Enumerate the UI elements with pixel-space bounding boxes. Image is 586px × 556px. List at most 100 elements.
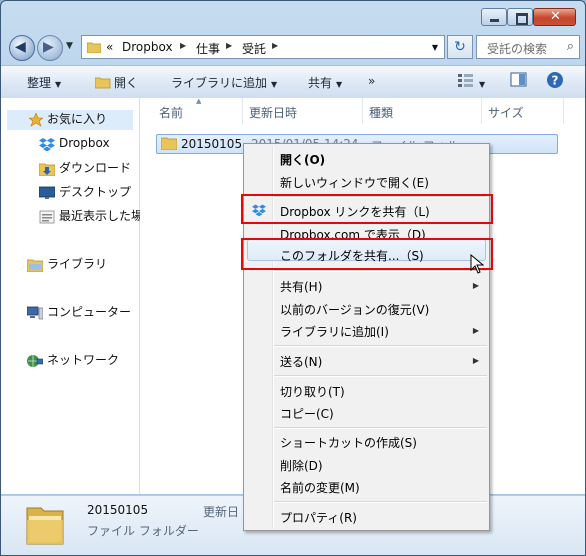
chevron-down-icon: ▼ [479, 80, 486, 89]
column-header-type[interactable]: 種類 [369, 104, 393, 121]
refresh-button[interactable]: ↻ [447, 35, 473, 59]
add-to-library-menu[interactable]: ライブラリに追加 ▼ [171, 74, 277, 91]
command-bar: 整理 ▼ 開く ライブラリに追加 ▼ 共有 ▼ » ▼ ? [1, 65, 585, 99]
menu-separator [274, 375, 487, 377]
breadcrumb-overflow[interactable]: « [106, 40, 113, 54]
file-name: 20150105 [181, 137, 243, 151]
desktop-icon [38, 186, 56, 200]
column-divider[interactable] [563, 98, 564, 124]
menu-separator [274, 427, 487, 429]
column-header-modified[interactable]: 更新日時 [249, 104, 297, 121]
menu-separator [274, 270, 487, 272]
preview-pane-icon [510, 72, 527, 87]
breadcrumb-current[interactable]: 受託 [242, 40, 266, 57]
chevron-down-icon: ▼ [55, 80, 62, 89]
chevron-down-icon: ▼ [271, 80, 278, 89]
open-button[interactable]: 開く [94, 74, 138, 91]
back-arrow-icon: ◀ [15, 39, 26, 55]
folder-icon [94, 77, 111, 89]
address-bar[interactable]: « Dropbox ▶ 仕事 ▶ 受託 ▶ ▼ [81, 35, 445, 59]
menu-item-send-to[interactable]: 送る(N) [280, 353, 322, 370]
minimize-button[interactable] [481, 8, 507, 26]
menu-item-open[interactable]: 開く(O) [280, 151, 325, 168]
recent-pages-dropdown[interactable]: ▼ [66, 41, 73, 51]
network-icon [27, 354, 44, 368]
folder-icon [87, 42, 101, 53]
downloads-folder-icon [38, 162, 56, 176]
nav-dropbox[interactable]: Dropbox [39, 136, 110, 156]
menu-item-share-with[interactable]: 共有(H) [280, 278, 322, 295]
search-input[interactable]: 受託の検索 ⌕ [476, 35, 580, 59]
preview-pane-button[interactable] [510, 72, 528, 91]
nav-downloads[interactable]: ダウンロード [38, 159, 131, 179]
explorer-window: ✕ ◀ ▶ ▼ « Dropbox ▶ 仕事 ▶ 受託 ▶ ▼ ↻ 受託の検索 … [0, 0, 586, 556]
nav-recent-places[interactable]: 最近表示した場 [39, 207, 143, 227]
column-header-name[interactable]: 名前 [159, 104, 183, 121]
details-file-name: 20150105 [87, 503, 149, 517]
menu-item-include-in-library[interactable]: ライブラリに追加(I) [280, 323, 389, 340]
menu-item-restore-previous[interactable]: 以前のバージョンの復元(V) [280, 301, 429, 318]
annotation-highlight-box [241, 194, 493, 224]
menu-item-delete[interactable]: 削除(D) [280, 457, 323, 474]
breadcrumb-separator[interactable]: ▶ [180, 41, 186, 50]
breadcrumb-separator[interactable]: ▶ [226, 41, 232, 50]
close-icon: ✕ [550, 9, 561, 24]
large-folder-icon [26, 507, 64, 545]
chevron-down-icon[interactable]: ▼ [432, 43, 438, 52]
nav-desktop[interactable]: デスクトップ [38, 183, 131, 203]
breadcrumb-work[interactable]: 仕事 [196, 40, 220, 57]
computer-icon [26, 306, 44, 320]
close-button[interactable]: ✕ [533, 8, 576, 26]
details-file-type: ファイル フォルダー [87, 524, 199, 538]
forward-arrow-icon: ▶ [43, 39, 54, 55]
column-header-size[interactable]: サイズ [488, 104, 524, 121]
column-divider[interactable] [242, 98, 243, 124]
menu-item-create-shortcut[interactable]: ショートカットの作成(S) [280, 434, 417, 451]
search-placeholder: 受託の検索 [487, 42, 548, 56]
menu-item-rename[interactable]: 名前の変更(M) [280, 479, 360, 496]
submenu-arrow-icon: ▶ [472, 356, 479, 365]
column-divider[interactable] [481, 98, 482, 124]
back-button[interactable]: ◀ [9, 35, 35, 61]
breadcrumb-dropbox[interactable]: Dropbox [122, 40, 173, 54]
menu-item-properties[interactable]: プロパティ(R) [280, 509, 357, 526]
svg-text:?: ? [552, 74, 559, 88]
nav-libraries[interactable]: ライブラリ [26, 255, 107, 275]
submenu-arrow-icon: ▶ [472, 281, 479, 290]
submenu-arrow-icon: ▶ [472, 326, 479, 335]
chevron-down-icon: ▼ [336, 80, 343, 89]
nav-network[interactable]: ネットワーク [27, 351, 119, 371]
minimize-icon [490, 19, 499, 22]
menu-item-cut[interactable]: 切り取り(T) [280, 383, 345, 400]
star-icon [28, 111, 44, 127]
nav-favorites[interactable]: お気に入り [7, 110, 133, 130]
maximize-icon [516, 13, 528, 25]
mouse-cursor-icon [470, 254, 484, 274]
help-icon: ? [547, 72, 563, 88]
nav-computer[interactable]: コンピューター [26, 303, 131, 323]
breadcrumb-separator[interactable]: ▶ [272, 41, 278, 50]
menu-separator [274, 345, 487, 347]
view-options-button[interactable]: ▼ [457, 73, 485, 90]
refresh-icon: ↻ [454, 39, 466, 55]
view-options-icon [458, 74, 473, 87]
folder-icon [160, 136, 178, 153]
organize-menu[interactable]: 整理 ▼ [27, 74, 61, 91]
search-icon: ⌕ [566, 39, 574, 54]
forward-button[interactable]: ▶ [37, 35, 63, 61]
recent-places-icon [39, 210, 55, 224]
column-divider[interactable] [362, 98, 363, 124]
libraries-icon [26, 258, 44, 272]
share-menu[interactable]: 共有 ▼ [308, 74, 342, 91]
help-button[interactable]: ? [546, 71, 564, 92]
annotation-highlight-box [241, 238, 493, 270]
sort-arrow-icon: ▲ [196, 97, 202, 105]
menu-separator [274, 501, 487, 503]
maximize-button[interactable] [507, 8, 533, 26]
menu-item-copy[interactable]: コピー(C) [280, 405, 334, 422]
navigation-pane: お気に入り Dropbox ダウンロード デスクトップ 最近表示した場 ライブラ… [1, 98, 143, 494]
more-commands-button[interactable]: » [368, 74, 375, 88]
menu-item-open-new-window[interactable]: 新しいウィンドウで開く(E) [280, 174, 429, 191]
details-modified-label: 更新日 [203, 505, 240, 519]
dropbox-icon [39, 137, 55, 151]
